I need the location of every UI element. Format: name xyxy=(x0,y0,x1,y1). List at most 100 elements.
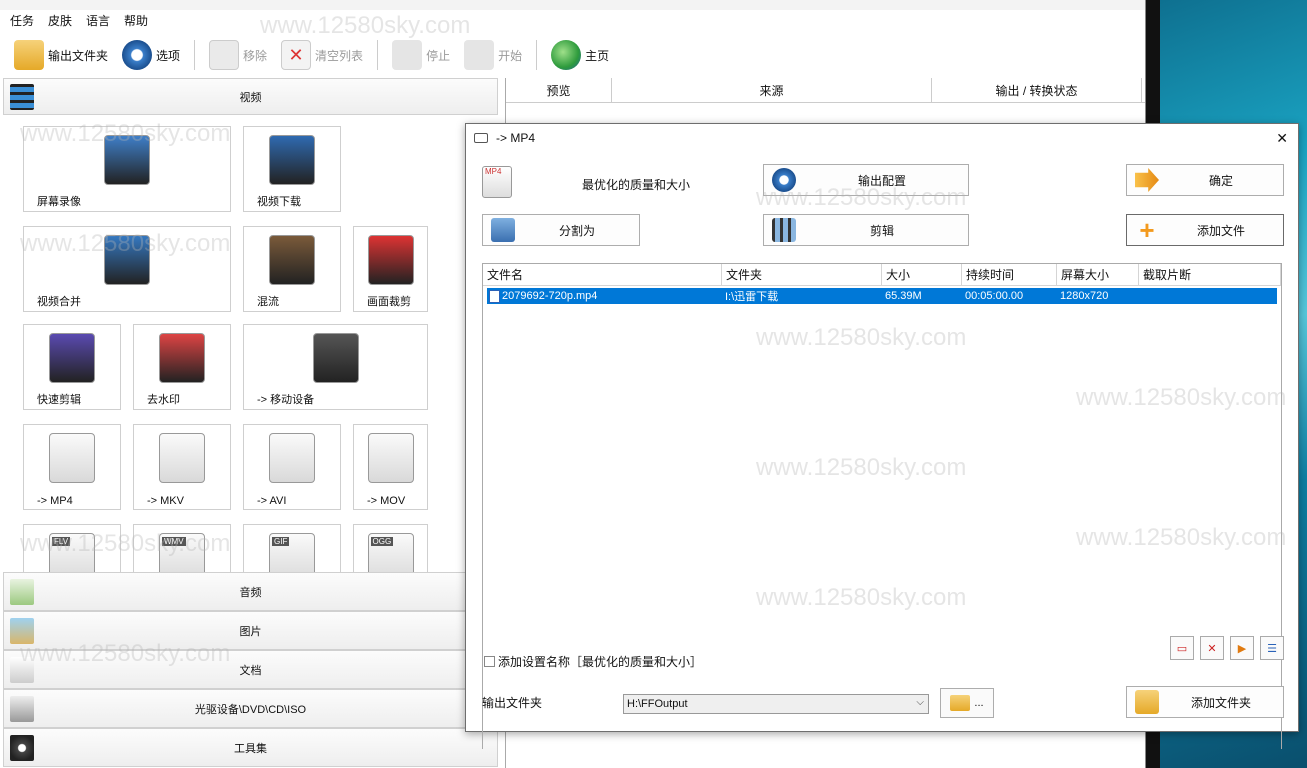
tool-tile[interactable]: -> MKV xyxy=(133,424,231,510)
tool-tile[interactable]: 画面裁剪 xyxy=(353,226,428,312)
file-name: 2079692-720p.mp4 xyxy=(502,290,598,302)
add-file-button[interactable]: + 添加文件 xyxy=(1126,214,1284,246)
film-scissors-icon xyxy=(772,218,796,242)
tool-tile[interactable]: GIF xyxy=(243,524,341,572)
menu-skin[interactable]: 皮肤 xyxy=(48,12,72,29)
tool-tile-label: -> MP4 xyxy=(37,495,73,507)
ok-label: 确定 xyxy=(1208,173,1233,188)
column-source[interactable]: 来源 xyxy=(612,78,932,102)
chevron-down-icon: ⌵ xyxy=(916,697,924,708)
category-item[interactable]: 工具集 xyxy=(3,728,498,767)
menu-task[interactable]: 任务 xyxy=(10,12,34,29)
mkv-icon xyxy=(159,433,205,483)
file-row[interactable]: 2079692-720p.mp4 I:\迅雷下载 65.39M 00:05:00… xyxy=(487,288,1277,304)
home-label: 主页 xyxy=(585,48,610,63)
toolbar-divider xyxy=(377,40,379,70)
browse-dots: ... xyxy=(974,697,984,709)
close-icon[interactable]: ✕ xyxy=(1276,130,1288,147)
gif-icon: GIF xyxy=(269,533,315,572)
browse-folder-button[interactable]: ... xyxy=(940,688,994,718)
file-list: 文件名 文件夹 大小 持续时间 屏幕大小 截取片断 2079692-720p.m… xyxy=(482,263,1282,749)
delete-file-icon[interactable]: ▭ xyxy=(1170,636,1194,660)
add-setting-name-label: 添加设置名称［最优化的质量和大小］ xyxy=(498,655,703,669)
category-label: 光驱设备\DVD\CD\ISO xyxy=(194,703,307,716)
video-file-icon xyxy=(489,290,500,303)
tool-tile[interactable]: 混流 xyxy=(243,226,341,312)
column-output-status[interactable]: 输出 / 转换状态 xyxy=(932,78,1142,102)
column-filename[interactable]: 文件名 xyxy=(483,264,722,285)
list-action-icons: ▭ ✕ ▶ ☰ xyxy=(1170,636,1284,660)
add-folder-button[interactable]: 添加文件夹 xyxy=(1126,686,1284,718)
clear-list-label: 清空列表 xyxy=(315,48,364,63)
mp4-file-icon: MP4 xyxy=(482,166,512,198)
gear-icon xyxy=(122,40,153,70)
convert-dialog: -> MP4 ✕ MP4 最优化的质量和大小 输出配置 确定 分割为 剪辑 + … xyxy=(465,123,1299,749)
tool-tile-label: 屏幕录像 xyxy=(37,196,81,208)
column-clip[interactable]: 截取片断 xyxy=(1139,264,1281,285)
ogg-icon: OGG xyxy=(367,533,414,572)
output-config-button[interactable]: 输出配置 xyxy=(763,164,969,196)
tool-tile[interactable]: 视频合并 xyxy=(23,226,231,312)
category-label: 音频 xyxy=(239,586,262,599)
column-folder[interactable]: 文件夹 xyxy=(722,264,882,285)
tool-tile[interactable]: -> MP4 xyxy=(23,424,121,510)
format-badge: WMV xyxy=(162,537,186,546)
tool-tile[interactable]: 快速剪辑 xyxy=(23,324,121,410)
tool-tile-label: 视频下载 xyxy=(257,196,301,208)
tool-tile[interactable]: -> 移动设备 xyxy=(243,324,428,410)
remove-watermark-icon xyxy=(159,333,205,383)
tool-tile[interactable]: 屏幕录像 xyxy=(23,126,231,212)
category-item[interactable]: 音频 xyxy=(3,572,498,611)
category-list: 音频图片 文档光驱设备\DVD\CD\ISO 工具集 xyxy=(3,572,498,767)
ok-button[interactable]: 确定 xyxy=(1126,164,1284,196)
start-button[interactable]: 开始 xyxy=(460,38,526,72)
tool-tile-label: 视频合并 xyxy=(37,296,81,308)
tool-tile[interactable]: -> MOV xyxy=(353,424,428,510)
remove-button[interactable]: 移除 xyxy=(205,38,271,72)
format-badge: OGG xyxy=(370,537,394,546)
crop-icon xyxy=(367,235,414,285)
remove-file-icon[interactable]: ✕ xyxy=(1200,636,1224,660)
options-label: 选项 xyxy=(156,48,181,63)
category-item[interactable]: 文档 xyxy=(3,650,498,689)
mux-icon xyxy=(269,235,315,285)
output-folder-button[interactable]: 输出文件夹 xyxy=(10,38,112,72)
column-duration[interactable]: 持续时间 xyxy=(962,264,1057,285)
column-preview[interactable]: 预览 xyxy=(506,78,612,102)
split-button[interactable]: 分割为 xyxy=(482,214,640,246)
category-item[interactable]: 图片 xyxy=(3,611,498,650)
tool-tile[interactable]: 视频下载 xyxy=(243,126,341,212)
clear-list-button[interactable]: ✕ 清空列表 xyxy=(277,38,367,72)
task-table-header: 预览 来源 输出 / 转换状态 xyxy=(506,78,1145,103)
stop-label: 停止 xyxy=(426,48,451,63)
avi-icon xyxy=(269,433,315,483)
toolbar-divider xyxy=(536,40,538,70)
tool-tile[interactable]: FLV xyxy=(23,524,121,572)
home-button[interactable]: 主页 xyxy=(547,38,613,72)
play-icon[interactable]: ▶ xyxy=(1230,636,1254,660)
info-icon[interactable]: ☰ xyxy=(1260,636,1284,660)
tool-tile[interactable]: -> AVI xyxy=(243,424,341,510)
flv-icon: FLV xyxy=(49,533,95,572)
category-video[interactable]: 视频 xyxy=(3,78,498,115)
tool-tile[interactable]: WMV xyxy=(133,524,231,572)
menu-bar: 任务 皮肤 语言 帮助 xyxy=(10,12,148,29)
add-setting-name-checkbox[interactable]: 添加设置名称［最优化的质量和大小］ xyxy=(484,653,702,670)
column-resolution[interactable]: 屏幕大小 xyxy=(1057,264,1139,285)
column-size[interactable]: 大小 xyxy=(882,264,962,285)
options-button[interactable]: 选项 xyxy=(118,38,184,72)
tool-tile[interactable]: 去水印 xyxy=(133,324,231,410)
clip-button[interactable]: 剪辑 xyxy=(763,214,969,246)
plus-icon: + xyxy=(1139,214,1155,245)
start-icon xyxy=(464,40,495,70)
menu-language[interactable]: 语言 xyxy=(86,12,110,29)
tool-tile[interactable]: OGG xyxy=(353,524,428,572)
menu-help[interactable]: 帮助 xyxy=(124,12,148,29)
checkbox-box[interactable] xyxy=(484,656,495,667)
tool-tile-label: 混流 xyxy=(257,296,279,308)
toolbar-divider xyxy=(194,40,196,70)
output-folder-select[interactable]: H:\FFOutput ⌵ xyxy=(623,694,929,714)
stop-button[interactable]: 停止 xyxy=(388,38,454,72)
category-item[interactable]: 光驱设备\DVD\CD\ISO xyxy=(3,689,498,728)
clip-label: 剪辑 xyxy=(869,223,894,238)
